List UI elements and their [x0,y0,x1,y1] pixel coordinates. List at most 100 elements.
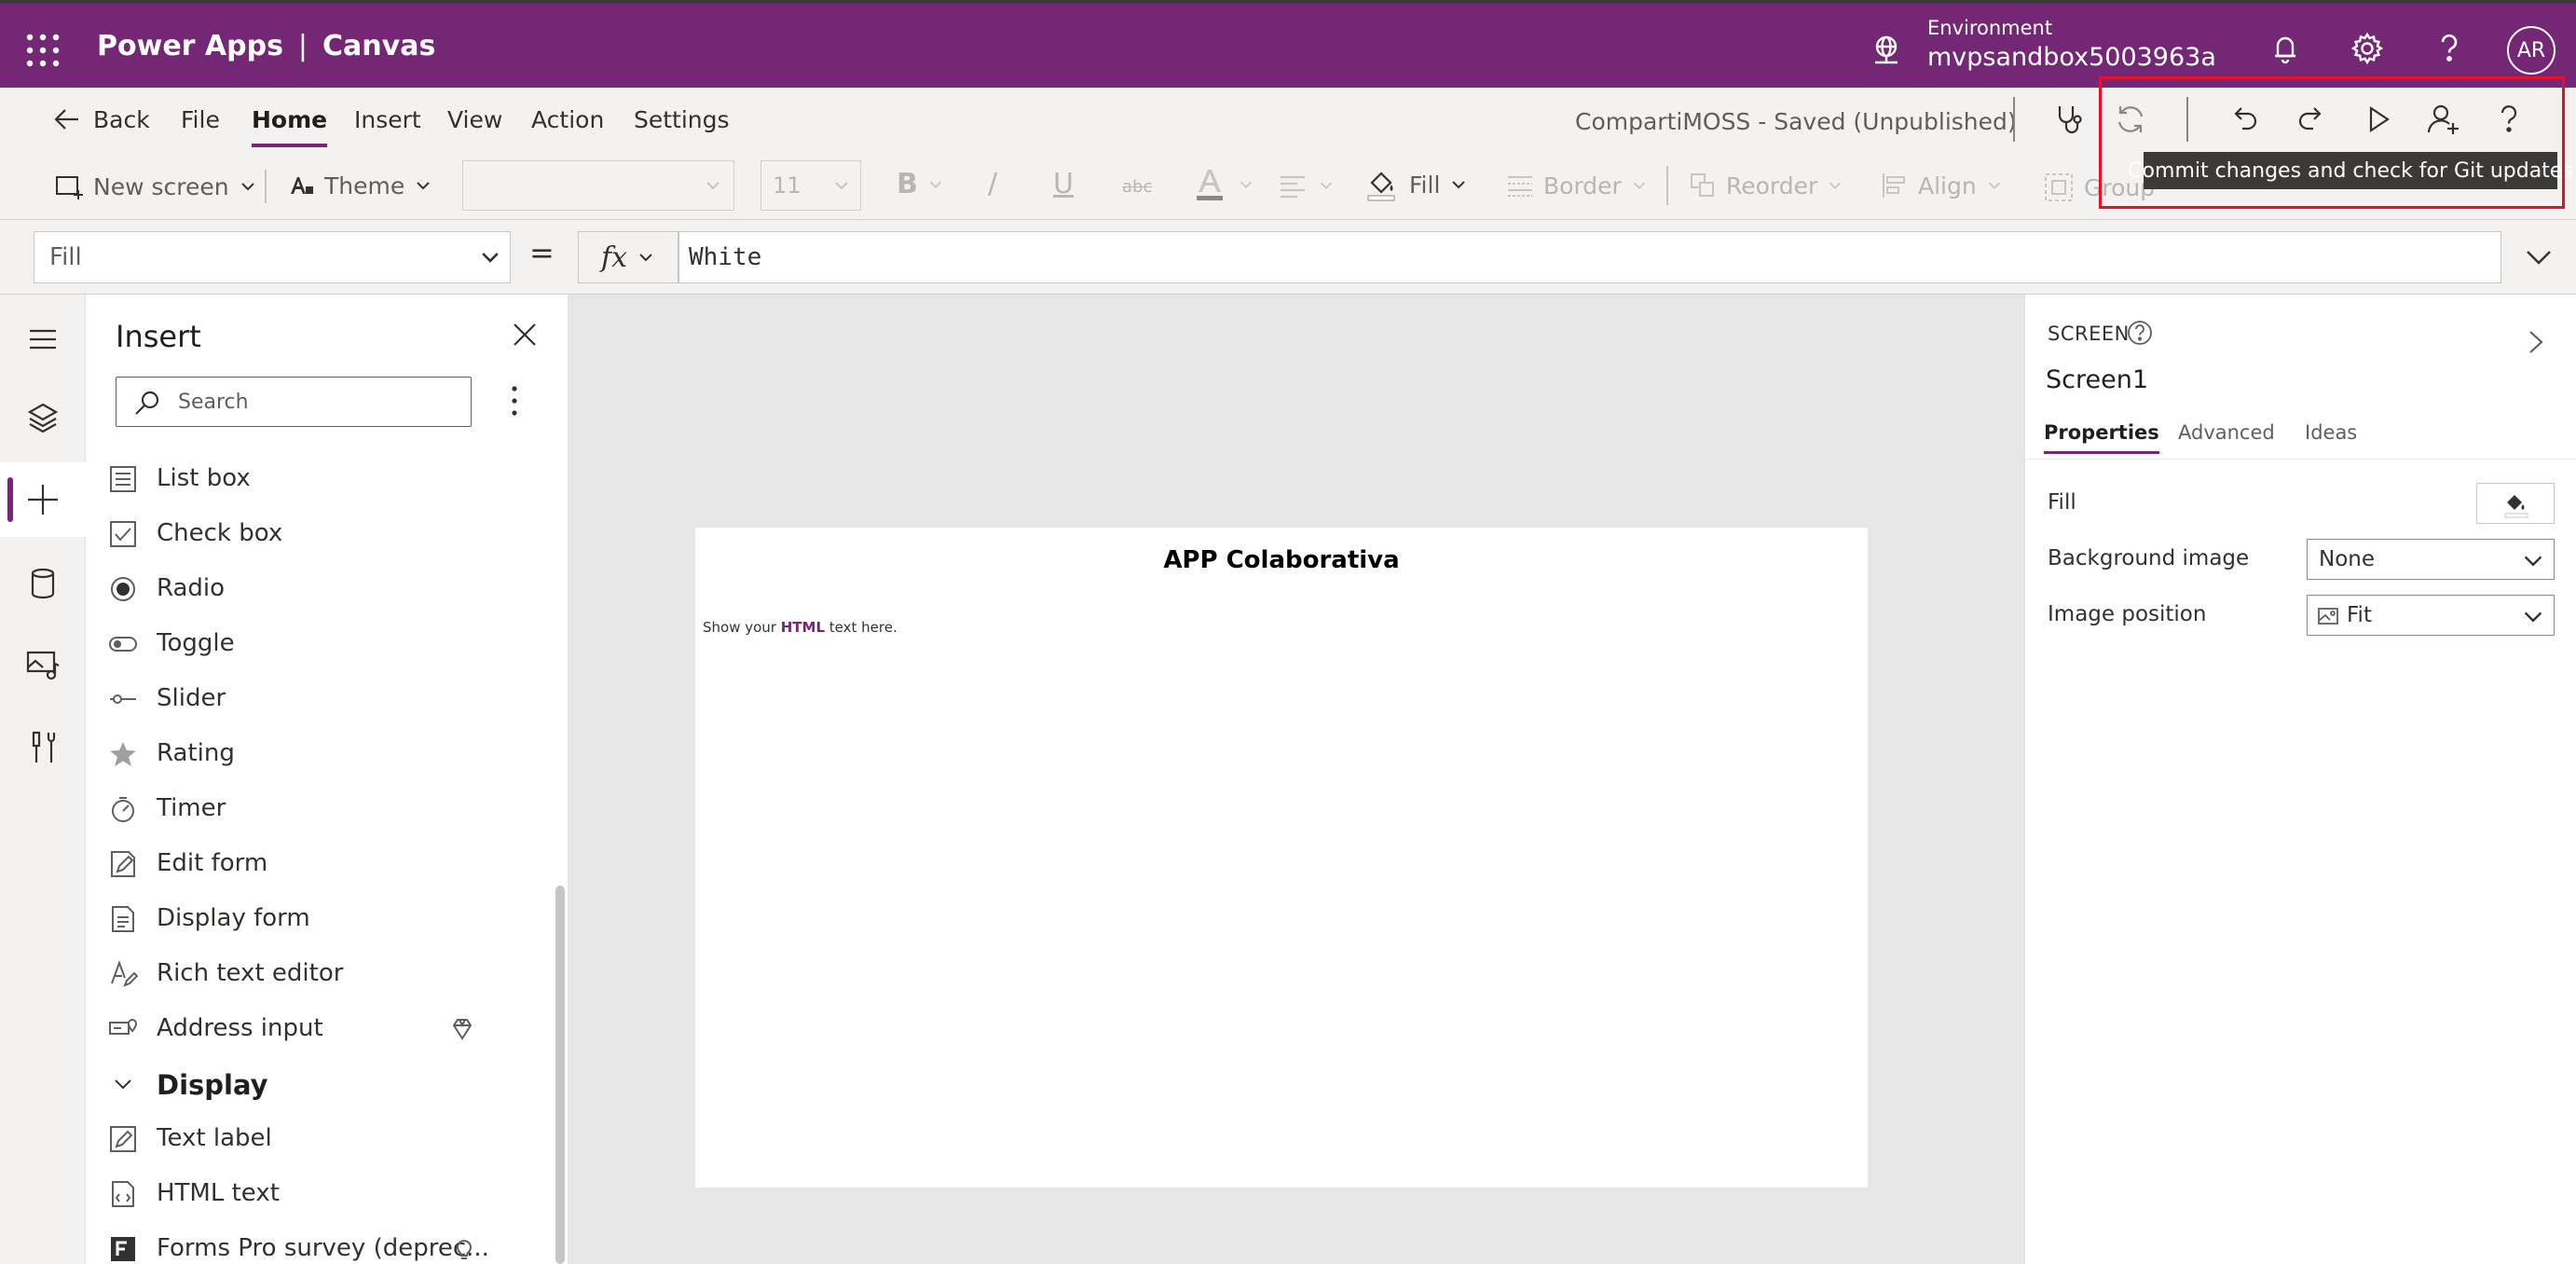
border-icon [1508,176,1532,197]
list-item[interactable]: Forms Pro survey (deprec... [86,1221,552,1264]
slider-icon [110,694,136,704]
data-cylinder-icon[interactable] [24,565,62,602]
menu-file[interactable]: File [181,106,220,133]
insert-search-input[interactable]: Search [116,377,472,427]
reorder-button[interactable]: Reorder [1689,172,1843,199]
back-button[interactable]: Back [52,104,150,134]
html-text-after: text here. [825,619,897,636]
user-avatar[interactable]: AR [2507,26,2555,75]
brand-separator: | [297,30,308,62]
selected-screen-name[interactable]: Screen1 [2046,365,2148,394]
theme-icon [291,177,313,194]
list-item[interactable]: Slider [86,671,552,726]
fill-color-picker[interactable] [2476,483,2555,524]
formula-input[interactable]: White [678,231,2501,283]
display-category-header[interactable]: Display [86,1056,552,1111]
screen-title-label[interactable]: APP Colaborativa [695,546,1868,574]
insert-scrollbar-thumb[interactable] [555,886,565,1264]
list-item-label: Edit form [157,849,268,877]
font-size-value: 11 [773,172,802,199]
hamburger-menu-icon[interactable] [24,321,62,358]
more-options-icon[interactable] [500,380,529,421]
menu-action[interactable]: Action [531,106,604,133]
list-item[interactable]: Address input [86,1001,552,1056]
expand-formula-chevron-icon[interactable] [2520,239,2557,276]
media-icon[interactable] [24,647,62,684]
list-item[interactable]: Display form [86,891,552,946]
help-question-icon[interactable] [2431,30,2468,67]
fill-property-label: Fill [2048,490,2076,515]
font-color-icon [1197,170,1223,200]
list-item[interactable]: HTML text [86,1166,552,1221]
font-family-select[interactable] [462,160,734,211]
italic-button[interactable]: / [988,168,997,200]
formula-bar: Fill = fx White [0,220,2576,295]
reorder-icon [1691,173,1714,197]
theme-button[interactable]: Theme [287,172,432,199]
insert-plus-icon[interactable] [24,481,62,518]
list-item[interactable]: Timer [86,781,552,836]
theme-label: Theme [324,172,405,199]
strikethrough-button[interactable]: abc [1122,177,1152,197]
new-screen-button[interactable]: New screen [54,172,257,201]
group-icon [2045,173,2073,201]
timer-icon [112,797,134,822]
lightbulb-icon [457,1240,472,1259]
advanced-tools-icon[interactable] [24,729,62,766]
font-color-button[interactable] [1191,166,1254,203]
background-image-select[interactable]: None [2307,539,2555,580]
notifications-bell-icon[interactable] [2267,30,2304,67]
list-item[interactable]: Check box [86,506,552,561]
menu-view[interactable]: View [447,106,502,133]
align-label: Align [1918,172,1977,199]
close-icon[interactable] [509,319,541,350]
list-item[interactable]: Rich text editor [86,946,552,1001]
app-checker-stethoscope-icon[interactable] [2052,101,2090,138]
property-select[interactable]: Fill [34,231,511,283]
image-position-select[interactable]: Fit [2307,595,2555,636]
app-brand: Power Apps | Canvas [97,30,435,62]
list-item[interactable]: Edit form [86,836,552,891]
back-arrow-icon [54,109,78,130]
list-item[interactable]: List box [86,451,552,506]
chevron-down-icon [2524,611,2542,623]
list-item[interactable]: Rating [86,726,552,781]
list-item[interactable]: Toggle [86,616,552,671]
chevron-down-icon [1240,181,1253,188]
border-button[interactable]: Border [1506,172,1648,199]
chevron-right-icon[interactable] [2519,326,2551,358]
environment-name[interactable]: mvpsandbox5003963a [1927,43,2216,72]
chevron-down-icon [115,1079,131,1090]
list-item[interactable]: Text label [86,1111,552,1166]
environment-icon[interactable] [1870,34,1903,67]
app-launcher-icon[interactable] [24,32,62,69]
align-button[interactable]: Align [1881,172,2003,199]
tab-ideas[interactable]: Ideas [2305,421,2357,444]
search-icon [135,391,159,415]
fill-button[interactable]: Fill [1363,166,1468,203]
html-text-bold: HTML [780,619,826,636]
left-nav-rail [0,295,86,1264]
function-button[interactable]: fx [578,231,678,283]
html-text-control[interactable]: Show your HTML text here. [703,619,897,636]
help-circle-icon[interactable] [2126,319,2154,347]
chevron-down-icon [482,253,499,263]
menu-settings[interactable]: Settings [634,106,730,133]
tree-view-layers-icon[interactable] [24,399,62,436]
new-screen-icon [56,176,83,199]
menu-home[interactable]: Home [252,106,328,147]
list-item[interactable]: Radio [86,561,552,616]
chevron-down-icon [1320,182,1333,189]
tab-advanced[interactable]: Advanced [2178,421,2275,444]
bold-button[interactable]: B [897,168,944,200]
text-align-button[interactable] [1277,170,1335,201]
menu-insert[interactable]: Insert [354,106,421,133]
settings-gear-icon[interactable] [2349,30,2386,67]
underline-button[interactable]: U [1053,168,1074,200]
forms-pro-icon [111,1237,135,1261]
font-size-select[interactable]: 11 [760,160,861,211]
product-name[interactable]: Power Apps [97,30,283,62]
ribbon-divider [265,170,267,203]
tab-properties[interactable]: Properties [2044,421,2159,454]
app-screen-preview[interactable]: APP Colaborativa Show your HTML text her… [695,528,1868,1188]
